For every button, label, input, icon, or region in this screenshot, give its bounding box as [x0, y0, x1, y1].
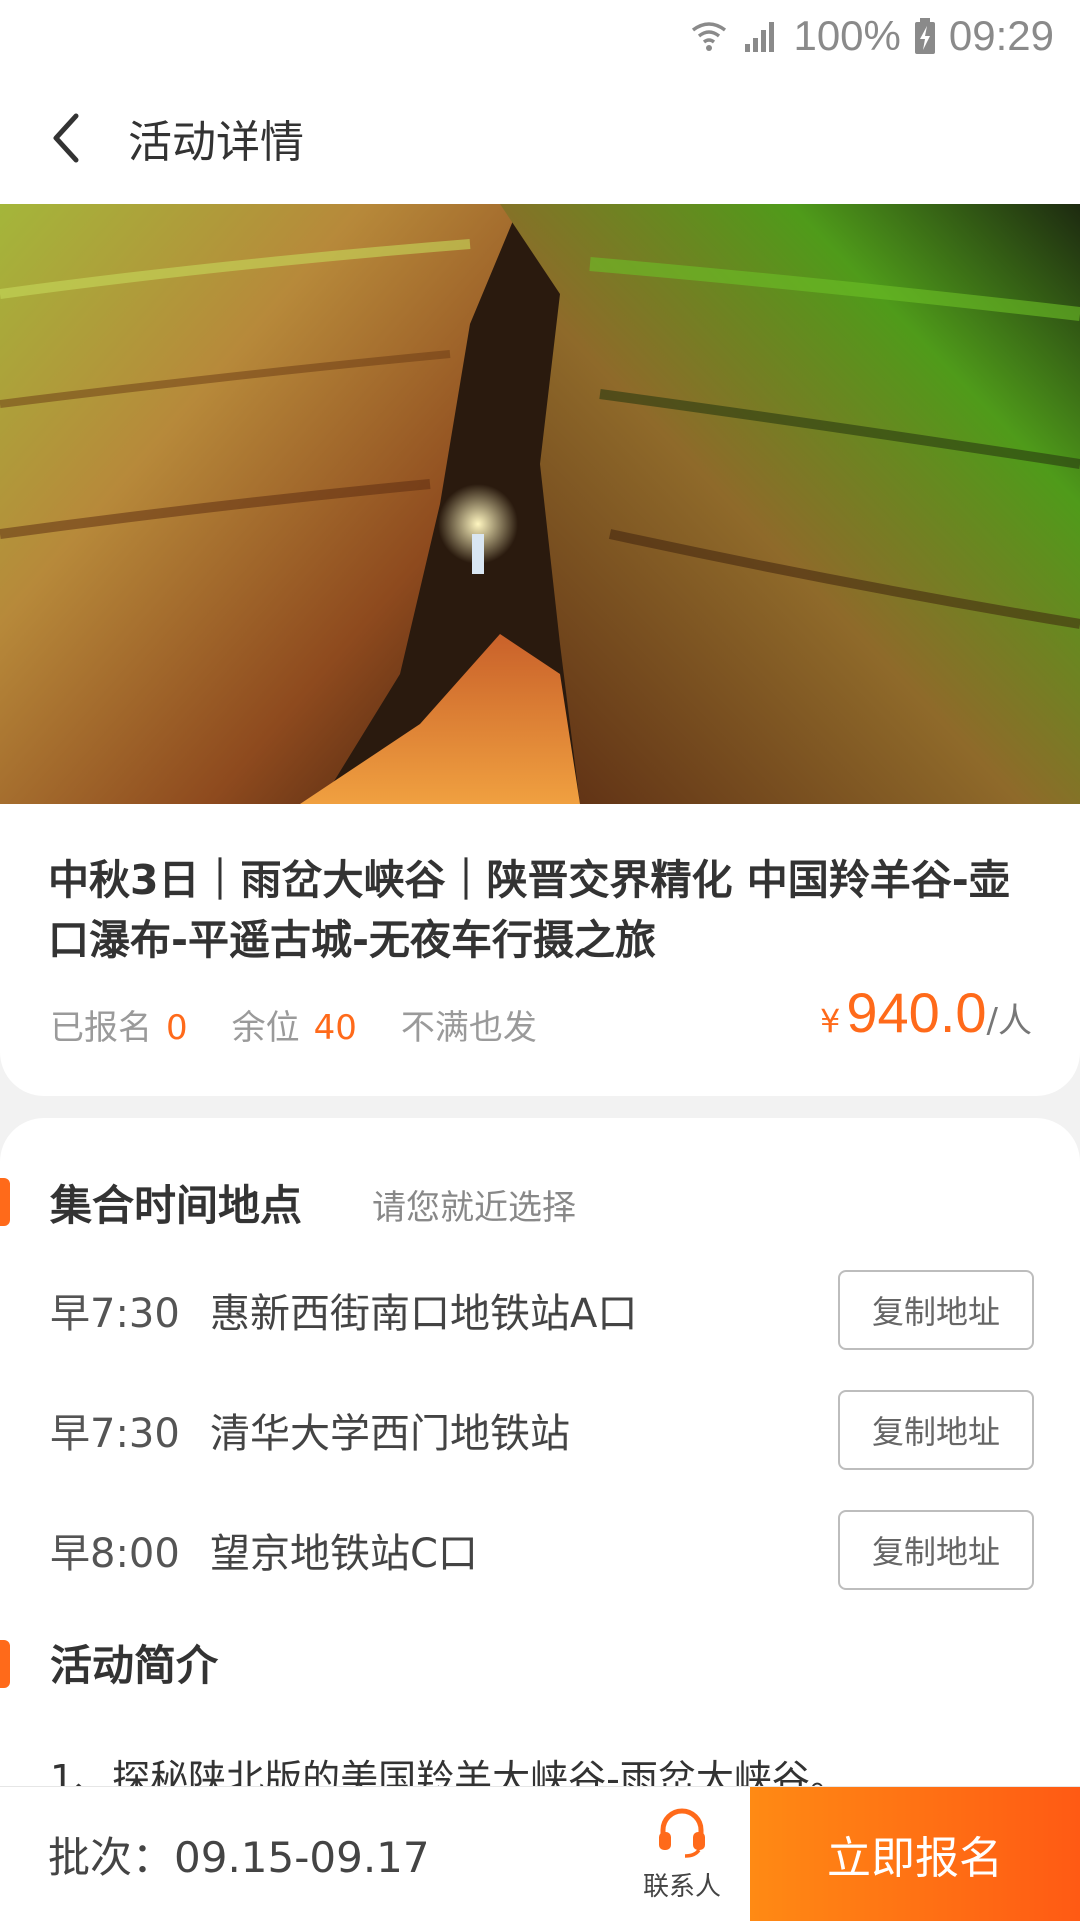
clock: 09:29	[948, 12, 1054, 59]
battery-charging-icon	[913, 16, 937, 56]
copy-address-button[interactable]: 复制地址	[838, 1390, 1034, 1470]
meeting-hint: 请您就近选择	[372, 1188, 576, 1228]
back-arrow-icon[interactable]	[36, 108, 96, 168]
price-amount: 940.0	[846, 981, 987, 1044]
headset-icon	[655, 1806, 709, 1862]
depart-note: 不满也发	[400, 1008, 537, 1048]
signup-button[interactable]: 立即报名	[750, 1787, 1080, 1921]
meeting-place: 清华大学西门地铁站	[210, 1411, 570, 1457]
meeting-time: 早8:00	[50, 1531, 180, 1577]
meeting-row: 早7:30 清华大学西门地铁站 复制地址	[50, 1388, 1034, 1472]
activity-title: 中秋3日｜雨岔大峡谷｜陕晋交界精化 中国羚羊谷-壶口瀑布-平遥古城-无夜车行摄之…	[48, 856, 1010, 964]
price: ¥ 940.0 /人	[820, 980, 1032, 1045]
registered-label: 已报名	[50, 1008, 152, 1048]
price-unit: /人	[986, 1001, 1032, 1041]
battery-percent: 100%	[793, 12, 901, 59]
wifi-icon	[689, 16, 729, 56]
contact-button[interactable]: 联系人	[614, 1787, 750, 1921]
meeting-row: 早8:00 望京地铁站C口 复制地址	[50, 1508, 1034, 1592]
price-currency: ¥	[820, 1002, 841, 1040]
status-bar: 100% 09:29	[0, 0, 1080, 72]
section-accent-bar	[0, 1178, 10, 1226]
copy-address-button[interactable]: 复制地址	[838, 1270, 1034, 1350]
meeting-place: 惠新西街南口地铁站A口	[210, 1291, 638, 1337]
bottom-action-bar: 批次：09.15-09.17 联系人 立即报名	[0, 1786, 1080, 1921]
hero-image	[0, 204, 1080, 804]
section-accent-bar	[0, 1640, 10, 1688]
copy-address-button[interactable]: 复制地址	[838, 1510, 1034, 1590]
meeting-heading: 集合时间地点	[50, 1181, 303, 1230]
details-card: 集合时间地点 请您就近选择 早7:30 惠新西街南口地铁站A口 复制地址 早7:…	[0, 1118, 1080, 1838]
batch-dates: 批次：09.15-09.17	[48, 1832, 430, 1882]
meeting-place: 望京地铁站C口	[210, 1531, 478, 1577]
registration-stats: 已报名 0 余位 40 不满也发	[50, 1000, 537, 1049]
remaining-label: 余位	[231, 1008, 300, 1048]
intro-heading: 活动简介	[50, 1641, 219, 1690]
remaining-count: 40	[313, 1008, 357, 1048]
signal-icon	[741, 16, 781, 56]
registered-count: 0	[166, 1008, 188, 1048]
contact-label: 联系人	[642, 1871, 721, 1902]
meeting-time: 早7:30	[50, 1411, 180, 1457]
meeting-row: 早7:30 惠新西街南口地铁站A口 复制地址	[50, 1268, 1034, 1352]
page-title: 活动详情	[128, 117, 304, 168]
app-header: 活动详情	[0, 72, 1080, 204]
meeting-time: 早7:30	[50, 1291, 180, 1337]
activity-info-card: 中秋3日｜雨岔大峡谷｜陕晋交界精化 中国羚羊谷-壶口瀑布-平遥古城-无夜车行摄之…	[0, 804, 1080, 1096]
